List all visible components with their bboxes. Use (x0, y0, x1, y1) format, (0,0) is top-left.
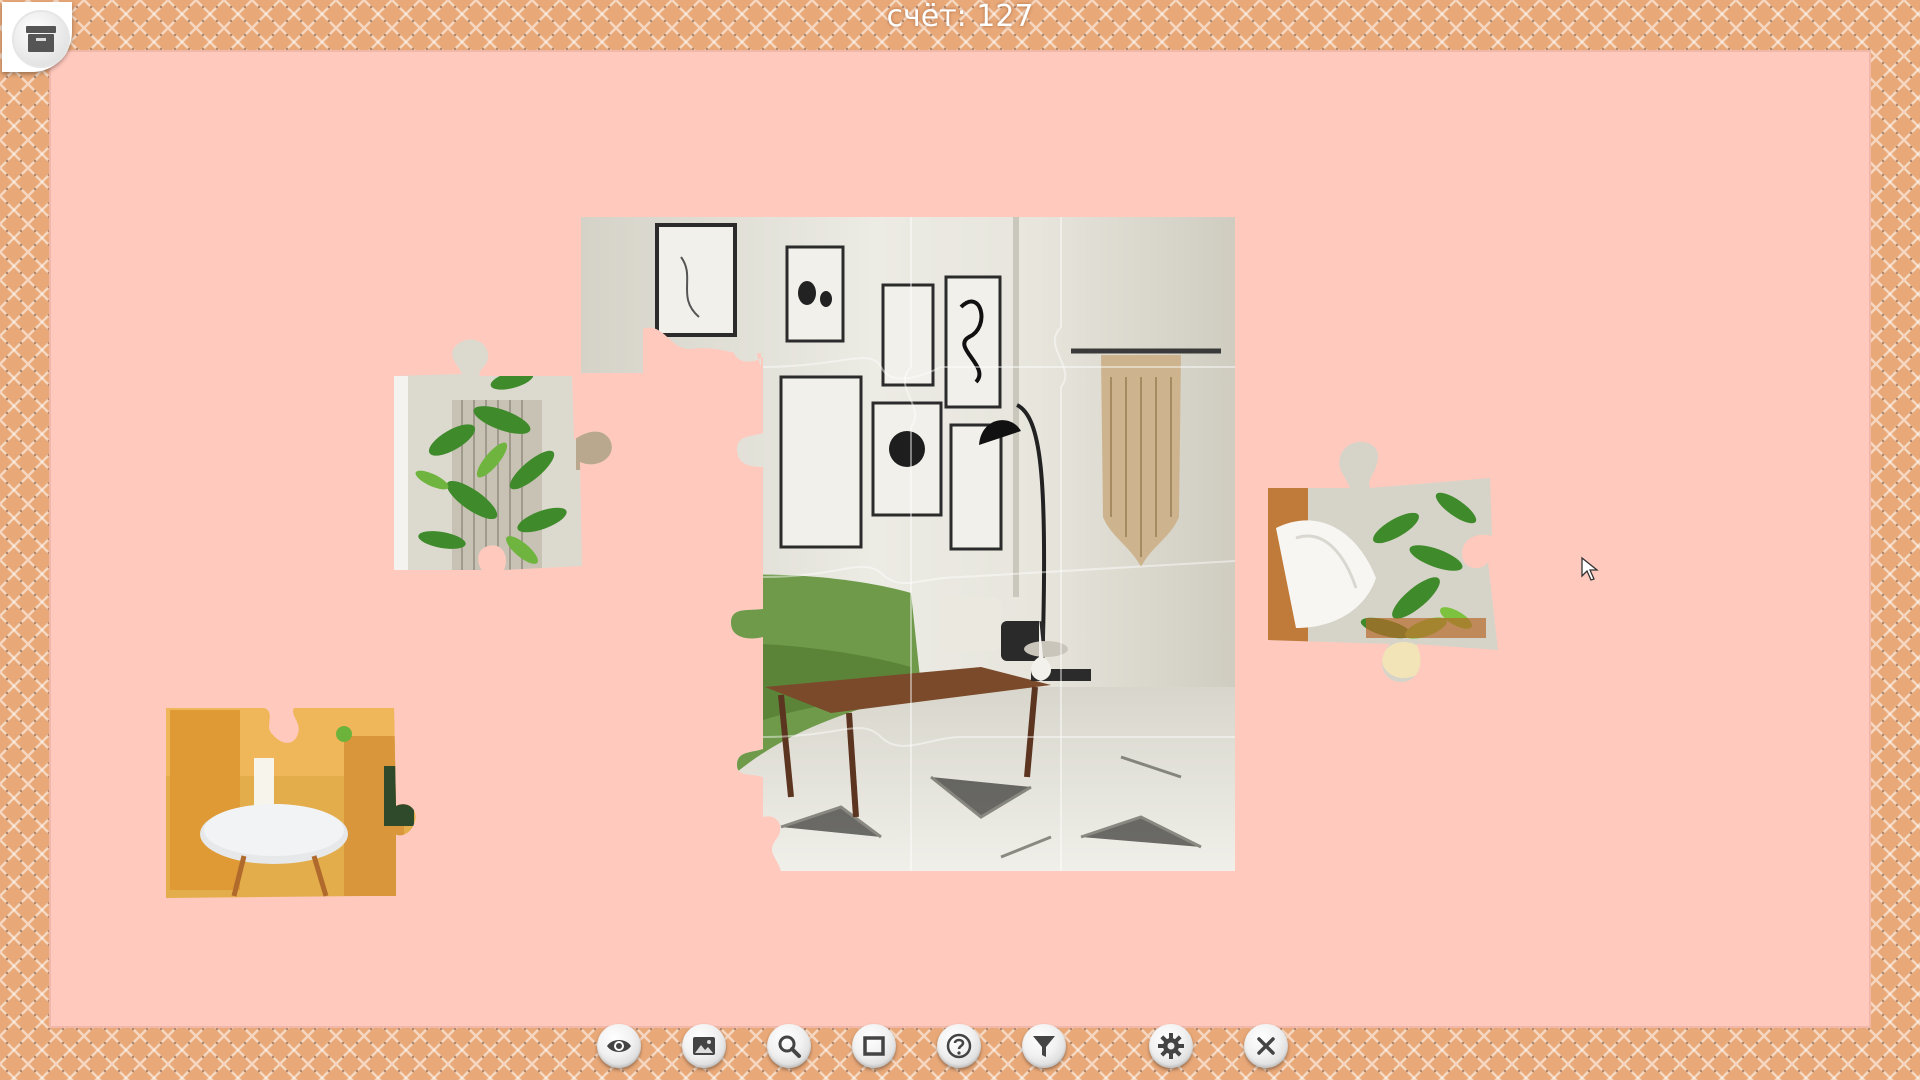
assembled-room-image (581, 217, 1235, 871)
mouse-cursor-icon (1581, 556, 1599, 581)
filter-button[interactable] (1022, 1024, 1066, 1068)
close-button[interactable] (1244, 1024, 1288, 1068)
puzzle-piece-pillow[interactable] (1266, 428, 1506, 684)
puzzle-piece-plant[interactable] (392, 320, 646, 570)
funnel-icon (1033, 1036, 1055, 1057)
zoom-button[interactable] (767, 1024, 811, 1068)
square-icon (863, 1036, 885, 1056)
eye-button[interactable] (597, 1024, 641, 1068)
plant-piece-image (394, 339, 612, 570)
menu-button-circle (12, 10, 70, 68)
frame-button[interactable] (852, 1024, 896, 1068)
settings-button[interactable] (1149, 1024, 1193, 1068)
assembled-puzzle-cluster[interactable] (581, 217, 1235, 871)
side-table-piece-image (166, 708, 416, 898)
gear-icon (1158, 1033, 1184, 1059)
pillow-piece-image (1268, 441, 1498, 683)
help-button[interactable] (937, 1024, 981, 1068)
magnifier-icon (778, 1035, 801, 1058)
eye-icon (607, 1040, 631, 1052)
picture-button[interactable] (682, 1024, 726, 1068)
score-label: счёт: 127 (886, 0, 1034, 34)
bottom-toolbar (0, 1024, 1920, 1072)
question-icon (946, 1033, 972, 1059)
box-icon (26, 26, 56, 52)
image-icon (693, 1037, 715, 1055)
close-icon (1257, 1037, 1275, 1055)
puzzle-piece-side-table[interactable] (164, 706, 418, 898)
